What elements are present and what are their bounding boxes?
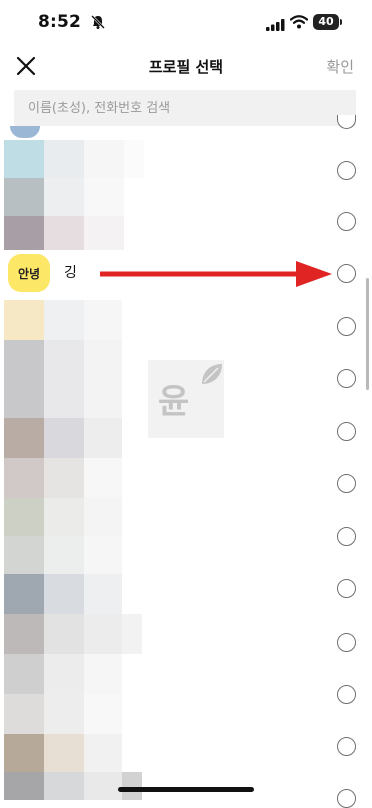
confirm-button[interactable]: 확인 — [326, 56, 354, 77]
select-radio[interactable] — [337, 789, 356, 808]
profile-badge: 안녕 — [8, 254, 50, 292]
avatar — [10, 126, 40, 138]
profile-name: 깅 — [64, 265, 77, 281]
signal-icon — [266, 16, 286, 35]
select-radio[interactable] — [337, 317, 356, 336]
select-radio[interactable] — [337, 264, 356, 283]
watermark: 윤 — [148, 360, 224, 438]
select-radio[interactable] — [337, 422, 356, 441]
battery-icon: 40 — [313, 14, 342, 30]
select-radio[interactable] — [337, 737, 356, 756]
select-radio[interactable] — [337, 369, 356, 388]
red-arrow — [100, 259, 332, 293]
search-input[interactable] — [14, 90, 356, 126]
page-title: 프로필 선택 — [148, 58, 224, 76]
select-radio[interactable] — [337, 161, 356, 180]
status-bar: 8:52 40 — [0, 0, 372, 44]
watermark-text: 윤 — [158, 382, 190, 422]
wifi-icon — [289, 14, 309, 33]
leaf-icon — [200, 362, 224, 390]
select-radio[interactable] — [337, 527, 356, 546]
home-indicator — [118, 787, 254, 792]
select-radio[interactable] — [337, 474, 356, 493]
scrollbar[interactable] — [366, 278, 369, 390]
select-radio[interactable] — [337, 115, 356, 129]
select-radio[interactable] — [337, 212, 356, 231]
profile-badge-text: 안녕 — [17, 266, 41, 281]
navigation-bar: 프로필 선택 확인 — [0, 44, 372, 90]
clock: 8:52 — [38, 12, 82, 32]
bell-slash-icon — [90, 14, 106, 34]
select-radio[interactable] — [337, 685, 356, 704]
select-radio[interactable] — [337, 633, 356, 652]
select-radio[interactable] — [337, 579, 356, 598]
